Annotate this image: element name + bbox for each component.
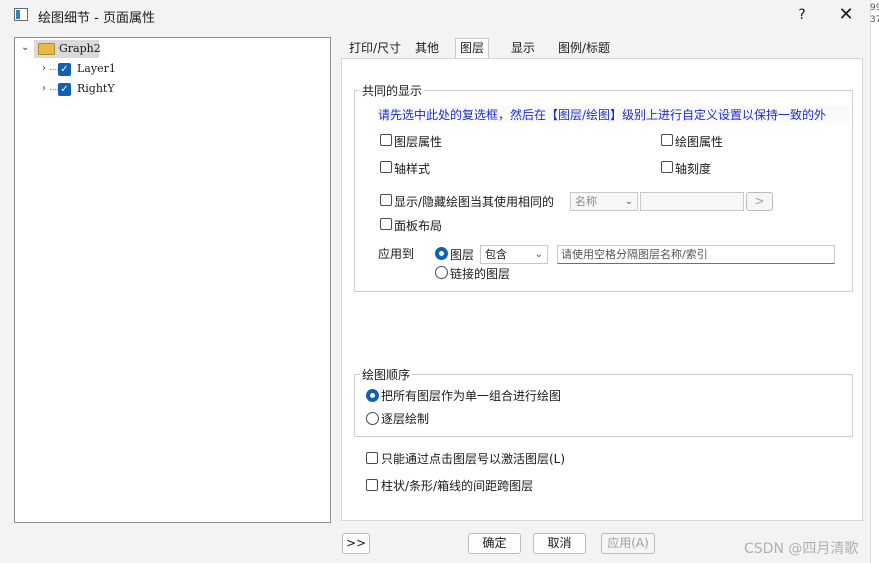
- tab-layer[interactable]: 图层: [455, 38, 490, 59]
- tab-legend-title[interactable]: 图例/标题: [554, 39, 614, 58]
- close-icon[interactable]: ✕: [832, 4, 860, 26]
- tree-item-righty[interactable]: RightY: [77, 82, 115, 100]
- chevron-down-icon: ⌄: [624, 196, 633, 207]
- layer-by-layer-radio[interactable]: [366, 412, 379, 425]
- plot-props-checkbox[interactable]: [661, 134, 673, 146]
- common-display-note: 请先选中此处的复选框，然后在【图层/绘图】级别上进行自定义设置以保持一致的外: [378, 106, 850, 123]
- activate-by-click-checkbox[interactable]: [366, 452, 378, 464]
- app-icon: [14, 8, 28, 21]
- panel-layout-label: 面板布局: [394, 219, 443, 233]
- name-combo[interactable]: 名称 ⌄: [570, 192, 638, 211]
- cancel-button[interactable]: 取消: [533, 533, 586, 554]
- chevron-down-icon: ⌄: [534, 249, 543, 260]
- linked-layers-radio[interactable]: [435, 266, 448, 279]
- chevron-down-icon[interactable]: ⌄: [21, 42, 29, 53]
- common-display-title: 共同的显示: [360, 82, 425, 99]
- layer-tree[interactable]: ⌄ Graph2 › ✓ Layer1 › ✓ RightY: [14, 37, 331, 523]
- tab-display[interactable]: 显示: [507, 39, 539, 58]
- name-value-field[interactable]: [640, 192, 744, 211]
- bar-spacing-checkbox[interactable]: [366, 479, 378, 491]
- background-window-edge: [870, 0, 879, 563]
- more-button[interactable]: >>: [342, 533, 370, 554]
- folder-open-icon: [38, 43, 55, 55]
- axis-ticks-checkbox[interactable]: [661, 161, 673, 173]
- help-button[interactable]: ?: [790, 4, 814, 26]
- ok-button[interactable]: 确定: [468, 533, 521, 554]
- tree-item-layer1[interactable]: Layer1: [77, 62, 116, 80]
- tree-connector: [50, 69, 58, 70]
- layer-props-checkbox[interactable]: [380, 134, 392, 146]
- tree-connector: [50, 89, 58, 90]
- tab-panel: 共同的显示 请先选中此处的复选框，然后在【图层/绘图】级别上进行自定义设置以保持…: [341, 58, 863, 521]
- plot-props-label: 绘图属性: [675, 135, 724, 149]
- apply-layer-radio[interactable]: [435, 247, 448, 260]
- show-hide-checkbox[interactable]: [380, 194, 392, 206]
- axis-style-checkbox[interactable]: [380, 161, 392, 173]
- include-combo[interactable]: 包含 ⌄: [480, 245, 548, 264]
- layer-by-layer-label: 逐层绘制: [381, 412, 430, 426]
- layer1-checkbox[interactable]: ✓: [58, 63, 71, 76]
- plot-order-group: [354, 374, 853, 437]
- layer-props-label: 图层属性: [394, 135, 443, 149]
- watermark: CSDN @四月清歌: [744, 541, 859, 557]
- window-title: 绘图细节 - 页面属性: [38, 11, 155, 26]
- name-picker-button[interactable]: >: [746, 192, 773, 211]
- tab-other[interactable]: 其他: [411, 39, 443, 58]
- layer-names-input[interactable]: 请使用空格分隔图层名称/索引: [557, 245, 835, 264]
- bar-spacing-label: 柱状/条形/箱线的间距跨图层: [381, 479, 534, 493]
- axis-ticks-label: 轴刻度: [675, 162, 712, 176]
- apply-to-label: 应用到: [378, 247, 415, 261]
- chevron-right-icon[interactable]: ›: [42, 83, 46, 94]
- axis-style-label: 轴样式: [394, 162, 431, 176]
- include-combo-value: 包含: [485, 248, 507, 261]
- background-window-text: 99 37: [870, 3, 879, 25]
- activate-by-click-label: 只能通过点击图层号以激活图层(L): [381, 452, 566, 466]
- name-combo-value: 名称: [575, 195, 597, 208]
- righty-checkbox[interactable]: ✓: [58, 83, 71, 96]
- panel-layout-checkbox[interactable]: [380, 218, 392, 230]
- apply-button[interactable]: 应用(A): [601, 533, 655, 554]
- single-group-radio[interactable]: [366, 389, 379, 402]
- linked-layers-label: 链接的图层: [450, 267, 511, 281]
- chevron-right-icon[interactable]: ›: [42, 63, 46, 74]
- show-hide-label: 显示/隐藏绘图当其使用相同的: [394, 195, 555, 209]
- apply-layer-label: 图层: [450, 248, 475, 262]
- tab-print-size[interactable]: 打印/尺寸: [345, 39, 405, 58]
- plot-order-title: 绘图顺序: [360, 366, 413, 383]
- tree-item-graph2[interactable]: Graph2: [59, 42, 101, 60]
- single-group-label: 把所有图层作为单一组合进行绘图: [381, 389, 562, 403]
